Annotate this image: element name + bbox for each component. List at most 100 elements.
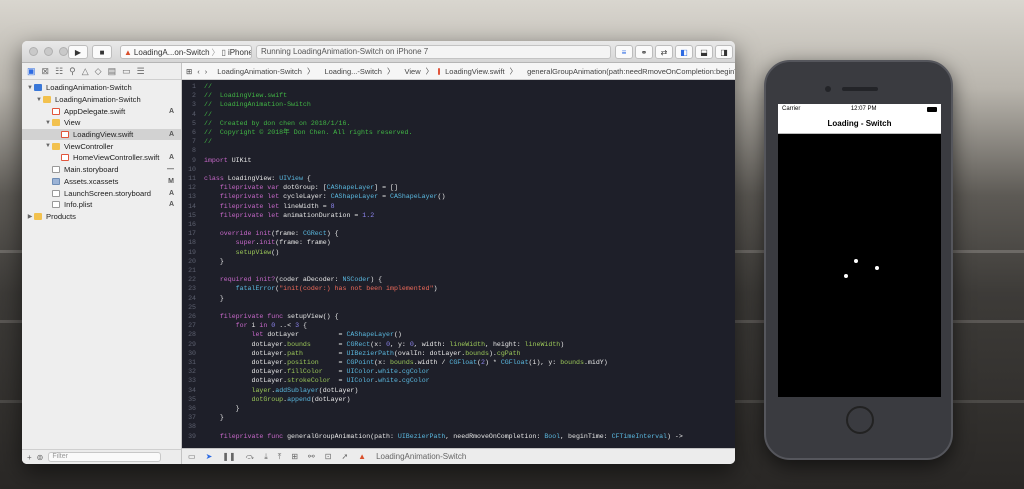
disclosure-icon[interactable]: ▼: [44, 120, 52, 126]
code-line[interactable]: 15 fileprivate let animationDuration = 1…: [182, 211, 735, 220]
view-debugger-icon[interactable]: ⊞: [291, 452, 298, 461]
navigator-item[interactable]: ▼ LoadingAnimation-Switch: [22, 82, 181, 94]
code-line[interactable]: 11 class LoadingView: UIView {: [182, 174, 735, 183]
breakpoints-icon[interactable]: ➤: [206, 452, 213, 461]
navigator-item[interactable]: LoadingView.swift A: [22, 128, 181, 141]
home-button[interactable]: [846, 406, 874, 434]
navigator-item[interactable]: ▼ ViewController: [22, 140, 181, 152]
navigator-item[interactable]: HomeViewController.swift A: [22, 152, 181, 164]
code-line[interactable]: 2 // LoadingView.swift: [182, 91, 735, 100]
code-line[interactable]: 26 fileprivate func setupView() {: [182, 312, 735, 321]
jump-crumb[interactable]: View: [404, 67, 420, 76]
code-line[interactable]: 10: [182, 165, 735, 174]
code-line[interactable]: 30 dotLayer.path = UIBezierPath(ovalIn: …: [182, 349, 735, 358]
code-line[interactable]: 4 //: [182, 110, 735, 119]
test-icon[interactable]: ◇: [95, 66, 102, 77]
code-line[interactable]: 18 super.init(frame: frame): [182, 238, 735, 247]
hide-debug-icon[interactable]: ▭: [188, 452, 196, 461]
report-icon[interactable]: ☰: [137, 66, 145, 77]
pause-icon[interactable]: ❚❚: [222, 452, 235, 461]
code-line[interactable]: 21: [182, 266, 735, 275]
code-line[interactable]: 36 }: [182, 404, 735, 413]
code-line[interactable]: 32 dotLayer.fillColor = UIColor.white.cg…: [182, 367, 735, 376]
code-line[interactable]: 14 fileprivate let lineWidth = 8: [182, 202, 735, 211]
forward-button[interactable]: ›: [205, 67, 208, 76]
toggle-navigator-button[interactable]: ◧: [675, 45, 693, 59]
breakpoint-icon[interactable]: ▭: [122, 66, 131, 77]
code-line[interactable]: 27 for i in 0 ..< 3 {: [182, 321, 735, 330]
folder-icon[interactable]: ▣: [27, 66, 36, 77]
code-line[interactable]: 8: [182, 146, 735, 155]
code-line[interactable]: 7 //: [182, 137, 735, 146]
debug-icon[interactable]: ▤: [108, 66, 117, 77]
source-control-icon[interactable]: ⊠: [42, 66, 50, 77]
toggle-debug-button[interactable]: ⬓: [695, 45, 713, 59]
step-in-icon[interactable]: ⤓: [264, 452, 268, 462]
navigator-item[interactable]: Info.plist A: [22, 199, 181, 211]
code-line[interactable]: 34 layer.addSublayer(dotLayer): [182, 386, 735, 395]
disclosure-icon[interactable]: ▼: [44, 143, 52, 149]
back-button[interactable]: ‹: [197, 67, 200, 76]
code-line[interactable]: 9 import UIKit: [182, 156, 735, 165]
navigator-item[interactable]: LaunchScreen.storyboard A: [22, 187, 181, 199]
environment-icon[interactable]: ⊡: [325, 452, 332, 461]
code-line[interactable]: 35 dotGroup.append(dotLayer): [182, 395, 735, 404]
step-over-icon[interactable]: ⤼: [246, 452, 255, 462]
navigator-item[interactable]: ▼ View: [22, 117, 181, 129]
code-line[interactable]: 1 //: [182, 82, 735, 91]
disclosure-icon[interactable]: ▼: [35, 97, 43, 103]
code-line[interactable]: 20 }: [182, 257, 735, 266]
assistant-editor-button[interactable]: ⚭: [635, 45, 653, 59]
code-line[interactable]: 33 dotLayer.strokeColor = UIColor.white.…: [182, 376, 735, 385]
code-line[interactable]: 38: [182, 422, 735, 431]
related-items-icon[interactable]: ⊞: [186, 67, 192, 76]
code-line[interactable]: 16: [182, 220, 735, 229]
code-line[interactable]: 17 override init(frame: CGRect) {: [182, 229, 735, 238]
code-line[interactable]: 13 fileprivate let cycleLayer: CAShapeLa…: [182, 192, 735, 201]
code-line[interactable]: 19 setupView(): [182, 248, 735, 257]
code-line[interactable]: 23 fatalError("init(coder:) has not been…: [182, 284, 735, 293]
add-icon[interactable]: +: [27, 453, 32, 462]
code-line[interactable]: 37 }: [182, 413, 735, 422]
step-out-icon[interactable]: ⤒: [278, 452, 282, 462]
minimize-window-button[interactable]: [44, 47, 53, 56]
jump-crumb[interactable]: LoadingView.swift: [445, 67, 504, 76]
version-editor-button[interactable]: ⇄: [655, 45, 673, 59]
navigator-item[interactable]: Main.storyboard —: [22, 164, 181, 176]
search-icon[interactable]: ⚲: [69, 66, 76, 77]
code-line[interactable]: 31 dotLayer.position = CGPoint(x: bounds…: [182, 358, 735, 367]
code-line[interactable]: 6 // Copyright © 2018年 Don Chen. All righ…: [182, 128, 735, 137]
jump-crumb[interactable]: Loading...-Switch: [324, 67, 382, 76]
warning-icon[interactable]: △: [82, 66, 89, 77]
disclosure-icon[interactable]: ▼: [26, 85, 34, 91]
code-line[interactable]: 22 required init?(coder aDecoder: NSCode…: [182, 275, 735, 284]
stop-button[interactable]: ■: [92, 45, 112, 59]
standard-editor-button[interactable]: ≡: [615, 45, 633, 59]
run-button[interactable]: ▶: [68, 45, 88, 59]
memory-graph-icon[interactable]: ⚯: [308, 452, 315, 461]
navigator-item[interactable]: ▼ LoadingAnimation-Switch: [22, 94, 181, 106]
code-line[interactable]: 25: [182, 303, 735, 312]
zoom-window-button[interactable]: [59, 47, 68, 56]
navigator-item[interactable]: AppDelegate.swift A: [22, 105, 181, 117]
navigator-item[interactable]: Assets.xcassets M: [22, 176, 181, 188]
code-line[interactable]: 5 // Created by don chen on 2018/1/16.: [182, 119, 735, 128]
scheme-selector[interactable]: ▲ LoadingA...on-Switch 〉 ▯ iPhone 7: [120, 45, 252, 59]
code-line[interactable]: 12 fileprivate var dotGroup: [CAShapeLay…: [182, 183, 735, 192]
simulator-screen[interactable]: Carrier 12:07 PM Loading - Switch: [778, 104, 941, 397]
disclosure-icon[interactable]: ▶: [26, 213, 34, 220]
code-line[interactable]: 24 }: [182, 294, 735, 303]
navigator-item[interactable]: ▶ Products: [22, 211, 181, 223]
code-editor[interactable]: 1 // 2 // LoadingView.swift 3 // LoadingAnima…: [182, 80, 735, 448]
close-window-button[interactable]: [29, 47, 38, 56]
code-line[interactable]: 28 let dotLayer = CAShapeLayer(): [182, 330, 735, 339]
code-line[interactable]: 39 fileprivate func generalGroupAnimatio…: [182, 432, 735, 441]
jump-crumb[interactable]: generalGroupAnimation(path:needRmoveOnCo…: [527, 67, 735, 76]
jump-crumb[interactable]: LoadingAnimation-Switch: [217, 67, 302, 76]
hierarchy-icon[interactable]: ☷: [55, 66, 63, 77]
code-line[interactable]: 29 dotLayer.bounds = CGRect(x: 0, y: 0, …: [182, 340, 735, 349]
filter-input[interactable]: Filter: [48, 452, 161, 462]
code-line[interactable]: 3 // LoadingAnimation-Switch: [182, 100, 735, 109]
location-icon[interactable]: ➚: [341, 452, 348, 461]
toggle-inspector-button[interactable]: ◨: [715, 45, 733, 59]
